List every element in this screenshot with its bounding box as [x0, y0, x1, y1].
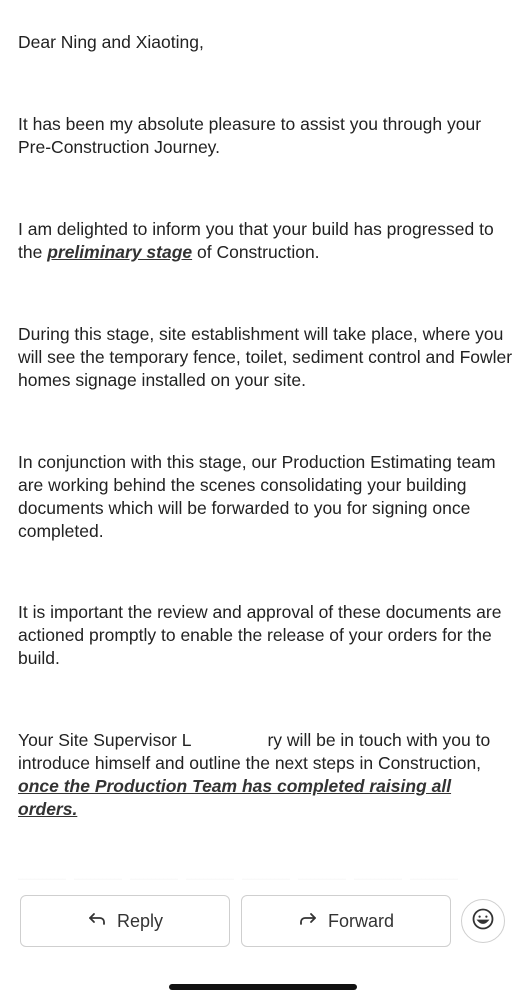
reply-button[interactable]: Reply [20, 895, 230, 947]
production-team-link[interactable]: once the Production Team has completed r… [18, 776, 451, 819]
forward-arrow-icon [298, 909, 318, 934]
redacted-name [191, 731, 268, 749]
paragraph-2-text-end: of Construction. [192, 242, 320, 262]
email-paragraph-1: It has been my absolute pleasure to assi… [18, 114, 482, 157]
email-greeting: Dear Ning and Xiaoting, [18, 32, 204, 52]
emoji-reaction-button[interactable] [461, 899, 505, 943]
action-bar: Reply Forward [0, 880, 525, 1000]
email-paragraph-4: In conjunction with this stage, our Prod… [18, 452, 496, 541]
forward-button[interactable]: Forward [241, 895, 451, 947]
email-paragraph-3: During this stage, site establishment wi… [18, 324, 513, 390]
reply-arrow-icon [87, 909, 107, 934]
home-indicator[interactable] [169, 984, 357, 990]
email-paragraph-2: I am delighted to inform you that your b… [18, 218, 513, 264]
reply-label: Reply [116, 910, 164, 931]
forward-label: Forward [327, 910, 394, 931]
email-paragraph-6: Your Site Supervisor Lry will be in touc… [18, 729, 513, 821]
paragraph-6-text-start: Your Site Supervisor L [18, 730, 192, 750]
email-paragraph-5: It is important the review and approval … [18, 602, 502, 668]
preliminary-stage-link[interactable]: preliminary stage [47, 242, 192, 262]
emoji-icon [471, 907, 495, 936]
